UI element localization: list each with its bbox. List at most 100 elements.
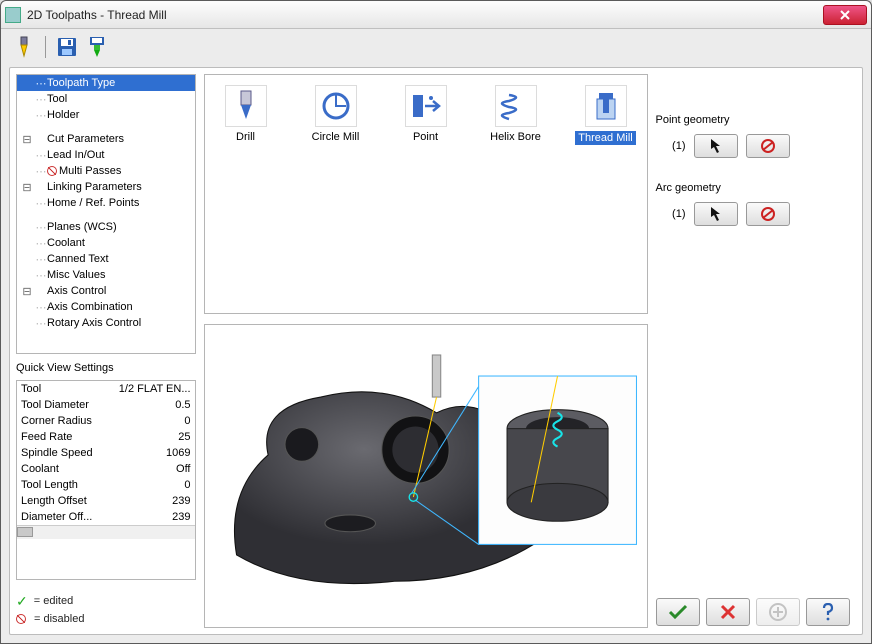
drill-icon: [225, 85, 267, 127]
arc-geometry-label: Arc geometry: [656, 182, 857, 194]
quick-view-value: 1069: [166, 447, 190, 459]
arc-geometry-select-button[interactable]: [694, 202, 738, 226]
tree-item[interactable]: ⋯Toolpath Type: [17, 75, 195, 91]
tree-item[interactable]: ⋯Home / Ref. Points: [17, 195, 195, 211]
point-geometry-clear-button[interactable]: [746, 134, 790, 158]
tree-item[interactable]: ⋯Tool: [17, 91, 195, 107]
tree-item[interactable]: ⋯Holder: [17, 107, 195, 123]
collapse-icon[interactable]: ⊟: [21, 133, 33, 146]
quick-view-panel[interactable]: Tool1/2 FLAT EN...Tool Diameter0.5Corner…: [16, 380, 196, 580]
collapse-icon[interactable]: ⊟: [21, 181, 33, 194]
quick-view-row[interactable]: Tool1/2 FLAT EN...: [17, 381, 195, 397]
toolpath-type-thread-mill[interactable]: Thread Mill: [575, 85, 637, 145]
tree-item[interactable]: ⋯Lead In/Out: [17, 147, 195, 163]
quick-view-row[interactable]: Feed Rate25: [17, 429, 195, 445]
toolpath-type-label: Drill: [236, 131, 255, 143]
tree-bullet-icon: ⋯: [35, 165, 47, 178]
quick-view-label: Corner Radius: [21, 415, 184, 427]
tree-item-label: Axis Combination: [47, 301, 133, 313]
quick-view-title: Quick View Settings: [16, 362, 196, 374]
tree-bullet-icon: ⋯: [35, 253, 47, 266]
tree-item[interactable]: ⊟ Linking Parameters: [17, 179, 195, 195]
quick-view-row[interactable]: Spindle Speed1069: [17, 445, 195, 461]
quick-view-label: Diameter Off...: [21, 511, 172, 523]
edited-icon: ✓: [16, 593, 28, 610]
center-column: Drill Circle Mill Point Helix Bore Thread Mi…: [204, 74, 648, 628]
legend: ✓ = edited = disabled: [16, 592, 196, 628]
cancel-button[interactable]: [706, 598, 750, 626]
tree-item-label: Linking Parameters: [47, 181, 142, 193]
quick-view-row[interactable]: Corner Radius0: [17, 413, 195, 429]
tree-item[interactable]: ⋯Rotary Axis Control: [17, 315, 195, 331]
left-column: ⋯Toolpath Type⋯Tool⋯Holder⊟Cut Parameter…: [16, 74, 196, 628]
tree-item-label: Holder: [47, 109, 79, 121]
preview-image: [205, 325, 647, 627]
toolpath-type-label: Point: [413, 131, 438, 143]
quick-view-row[interactable]: CoolantOff: [17, 461, 195, 477]
horizontal-scrollbar[interactable]: [17, 525, 195, 539]
arc-geometry-clear-button[interactable]: [746, 202, 790, 226]
legend-disabled: = disabled: [34, 613, 84, 625]
collapse-icon[interactable]: ⊟: [21, 285, 33, 298]
tree-item[interactable]: ⋯Misc Values: [17, 267, 195, 283]
tree-item[interactable]: [17, 123, 195, 131]
toolpath-type-label: Helix Bore: [490, 131, 541, 143]
arc-geometry-group: Arc geometry (1): [656, 182, 857, 226]
quick-view-value: 0: [184, 415, 190, 427]
tree-item[interactable]: ⋯Coolant: [17, 235, 195, 251]
tree-item[interactable]: [17, 211, 195, 219]
tree-bullet-icon: ⋯: [35, 93, 47, 106]
tree-item[interactable]: ⋯Planes (WCS): [17, 219, 195, 235]
quick-view-value: 239: [172, 511, 190, 523]
tree-item-label: Axis Control: [47, 285, 106, 297]
tree-panel[interactable]: ⋯Toolpath Type⋯Tool⋯Holder⊟Cut Parameter…: [16, 74, 196, 354]
quick-view-label: Tool: [21, 383, 119, 395]
close-button[interactable]: [823, 5, 867, 25]
add-button[interactable]: [756, 598, 800, 626]
ok-button[interactable]: [656, 598, 700, 626]
disabled-icon: [47, 166, 57, 176]
machine-button[interactable]: [84, 34, 110, 60]
toolpath-type-panel: Drill Circle Mill Point Helix Bore Thread Mi…: [204, 74, 648, 314]
preview-panel: [204, 324, 648, 628]
tree-item-label: Lead In/Out: [47, 149, 105, 161]
tree-item[interactable]: ⋯ Multi Passes: [17, 163, 195, 179]
right-column: Point geometry (1) Arc geometry (1): [656, 74, 857, 628]
toolpath-type-drill[interactable]: Drill: [215, 85, 277, 143]
quick-view-row[interactable]: Tool Length0: [17, 477, 195, 493]
toolpath-type-point[interactable]: Point: [395, 85, 457, 143]
point-geometry-label: Point geometry: [656, 114, 857, 126]
content-area: ⋯Toolpath Type⋯Tool⋯Holder⊟Cut Parameter…: [9, 67, 863, 635]
tree-bullet-icon: ⋯: [35, 197, 47, 210]
point-geometry-select-button[interactable]: [694, 134, 738, 158]
toolpath-type-helix-bore[interactable]: Helix Bore: [485, 85, 547, 143]
tree-item[interactable]: ⊟Cut Parameters: [17, 131, 195, 147]
tree-bullet-icon: ⋯: [35, 317, 47, 330]
save-button[interactable]: [54, 34, 80, 60]
toolbar-separator: [45, 36, 46, 58]
quick-view-label: Spindle Speed: [21, 447, 166, 459]
point-icon: [405, 85, 447, 127]
tree-item-label: Toolpath Type: [47, 77, 115, 89]
scroll-thumb[interactable]: [17, 527, 33, 537]
tree-bullet-icon: ⋯: [35, 237, 47, 250]
arc-geometry-count: (1): [656, 208, 686, 220]
tree-item[interactable]: ⋯Canned Text: [17, 251, 195, 267]
toolpath-type-label: Thread Mill: [575, 131, 635, 145]
tree-bullet-icon: ⋯: [35, 221, 47, 234]
tree-item[interactable]: ⊟ Axis Control: [17, 283, 195, 299]
quick-view-row[interactable]: Tool Diameter0.5: [17, 397, 195, 413]
quick-view-row[interactable]: Diameter Off...239: [17, 509, 195, 525]
tree-item-label: Multi Passes: [59, 165, 121, 177]
tree-item[interactable]: ⋯Axis Combination: [17, 299, 195, 315]
quick-view-label: Tool Diameter: [21, 399, 175, 411]
quick-view-row[interactable]: Length Offset239: [17, 493, 195, 509]
quick-view-value: 1/2 FLAT EN...: [119, 383, 191, 395]
help-button[interactable]: [806, 598, 850, 626]
quick-view-value: 0: [184, 479, 190, 491]
toolpath-type-circle-mill[interactable]: Circle Mill: [305, 85, 367, 143]
tree-item-label: Misc Values: [47, 269, 105, 281]
titlebar: 2D Toolpaths - Thread Mill: [1, 1, 871, 29]
quick-view-value: 239: [172, 495, 190, 507]
tool-button[interactable]: [11, 34, 37, 60]
